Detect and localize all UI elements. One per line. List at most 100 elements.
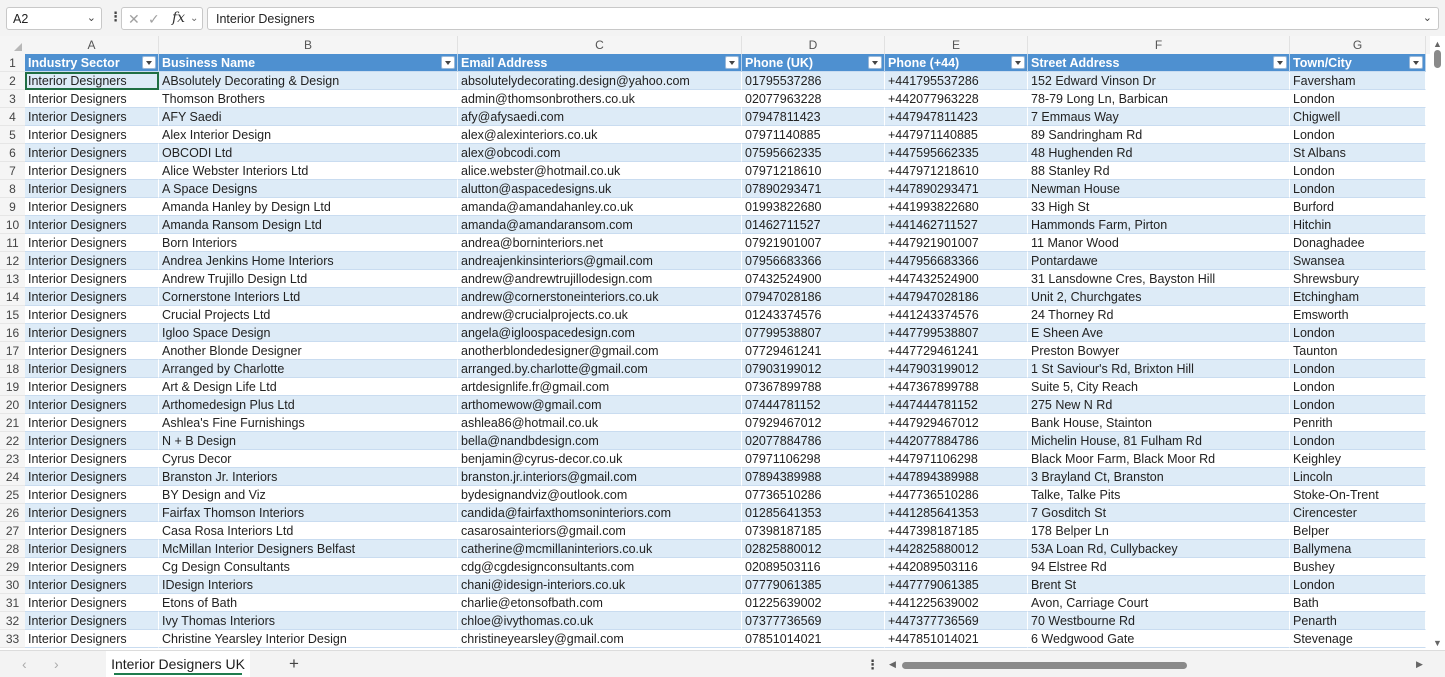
cell-c[interactable]: benjamin@cyrus-decor.co.uk: [458, 450, 742, 468]
cell-e[interactable]: +441993822680: [885, 198, 1028, 216]
cell-a[interactable]: Interior Designers: [25, 468, 159, 486]
cell-e[interactable]: +447956683366: [885, 252, 1028, 270]
cell-c[interactable]: catherine@mcmillaninteriors.co.uk: [458, 540, 742, 558]
cell-e[interactable]: +442077963228: [885, 90, 1028, 108]
row-number[interactable]: 12: [0, 252, 25, 270]
scroll-down-icon[interactable]: ▼: [1433, 638, 1442, 648]
cell-c[interactable]: angela@igloospacedesign.com: [458, 324, 742, 342]
cell-a[interactable]: Interior Designers: [25, 432, 159, 450]
row-number[interactable]: 2: [0, 72, 25, 90]
cell-c[interactable]: arranged.by.charlotte@gmail.com: [458, 360, 742, 378]
cell-g[interactable]: London: [1290, 180, 1426, 198]
cell-e[interactable]: +447851014021: [885, 630, 1028, 648]
cell-d[interactable]: 01993822680: [742, 198, 885, 216]
cell-c[interactable]: ashlea86@hotmail.co.uk: [458, 414, 742, 432]
cell-a[interactable]: Interior Designers: [25, 162, 159, 180]
sheet-tab-interior-designers-uk[interactable]: Interior Designers UK: [106, 651, 250, 677]
cell-f[interactable]: Bank House, Stainton: [1028, 414, 1290, 432]
cell-f[interactable]: 3 Brayland Ct, Branston: [1028, 468, 1290, 486]
cell-b[interactable]: A Space Designs: [159, 180, 458, 198]
cell-a[interactable]: Interior Designers: [25, 612, 159, 630]
cell-e[interactable]: +447971218610: [885, 162, 1028, 180]
column-header-cell[interactable]: Phone (UK): [742, 54, 885, 72]
fx-dropdown-icon[interactable]: ⌄: [190, 13, 198, 24]
row-number[interactable]: 32: [0, 612, 25, 630]
row-number[interactable]: 14: [0, 288, 25, 306]
formula-input[interactable]: Interior Designers ⌄: [207, 7, 1439, 30]
cell-g[interactable]: Hitchin: [1290, 216, 1426, 234]
cell-f[interactable]: 48 Hughenden Rd: [1028, 144, 1290, 162]
filter-dropdown-icon[interactable]: [725, 56, 739, 69]
cell-b[interactable]: McMillan Interior Designers Belfast: [159, 540, 458, 558]
cell-e[interactable]: +447595662335: [885, 144, 1028, 162]
cell-a[interactable]: Interior Designers: [25, 144, 159, 162]
cell-f[interactable]: 7 Gosditch St: [1028, 504, 1290, 522]
cell-d[interactable]: 07929467012: [742, 414, 885, 432]
cell-b[interactable]: OBCODI Ltd: [159, 144, 458, 162]
cell-a[interactable]: Interior Designers: [25, 90, 159, 108]
cell-g[interactable]: London: [1290, 378, 1426, 396]
cell-g[interactable]: Donaghadee: [1290, 234, 1426, 252]
cell-d[interactable]: 07398187185: [742, 522, 885, 540]
row-number[interactable]: 3: [0, 90, 25, 108]
scroll-left-icon[interactable]: ◀: [889, 659, 896, 670]
cell-d[interactable]: 07947811423: [742, 108, 885, 126]
cell-a[interactable]: Interior Designers: [25, 414, 159, 432]
cell-f[interactable]: Newman House: [1028, 180, 1290, 198]
cell-a[interactable]: Interior Designers: [25, 450, 159, 468]
cell-f[interactable]: 7 Emmaus Way: [1028, 108, 1290, 126]
cell-g[interactable]: St Albans: [1290, 144, 1426, 162]
cell-e[interactable]: +447929467012: [885, 414, 1028, 432]
cell-g[interactable]: Penrith: [1290, 414, 1426, 432]
row-number[interactable]: 13: [0, 270, 25, 288]
cell-f[interactable]: Preston Bowyer: [1028, 342, 1290, 360]
cell-g[interactable]: London: [1290, 162, 1426, 180]
row-number[interactable]: 5: [0, 126, 25, 144]
cell-g[interactable]: London: [1290, 324, 1426, 342]
cell-a[interactable]: Interior Designers: [25, 576, 159, 594]
scroll-right-icon[interactable]: ▶: [1416, 659, 1423, 670]
cell-a[interactable]: Interior Designers: [25, 288, 159, 306]
cell-c[interactable]: arthomewow@gmail.com: [458, 396, 742, 414]
filter-dropdown-icon[interactable]: [142, 56, 156, 69]
cell-c[interactable]: andrew@andrewtrujillodesign.com: [458, 270, 742, 288]
cell-c[interactable]: admin@thomsonbrothers.co.uk: [458, 90, 742, 108]
cell-f[interactable]: 70 Westbourne Rd: [1028, 612, 1290, 630]
cell-d[interactable]: 01462711527: [742, 216, 885, 234]
cell-f[interactable]: 6 Wedgwood Gate: [1028, 630, 1290, 648]
cell-b[interactable]: Fairfax Thomson Interiors: [159, 504, 458, 522]
row-number[interactable]: 9: [0, 198, 25, 216]
select-all-corner[interactable]: [0, 36, 25, 54]
cell-e[interactable]: +447736510286: [885, 486, 1028, 504]
cell-d[interactable]: 07971106298: [742, 450, 885, 468]
column-letter-a[interactable]: A: [25, 36, 159, 54]
cell-e[interactable]: +441243374576: [885, 306, 1028, 324]
cell-c[interactable]: absolutelydecorating.design@yahoo.com: [458, 72, 742, 90]
cell-b[interactable]: Born Interiors: [159, 234, 458, 252]
filter-dropdown-icon[interactable]: [1273, 56, 1287, 69]
column-header-cell[interactable]: Town/City: [1290, 54, 1426, 72]
cell-c[interactable]: alex@obcodi.com: [458, 144, 742, 162]
cell-g[interactable]: Stoke-On-Trent: [1290, 486, 1426, 504]
cell-c[interactable]: charlie@etonsofbath.com: [458, 594, 742, 612]
column-letter-d[interactable]: D: [742, 36, 885, 54]
cell-e[interactable]: +447432524900: [885, 270, 1028, 288]
column-letter-g[interactable]: G: [1290, 36, 1426, 54]
cell-b[interactable]: Andrea Jenkins Home Interiors: [159, 252, 458, 270]
cell-b[interactable]: Amanda Hanley by Design Ltd: [159, 198, 458, 216]
cell-f[interactable]: 152 Edward Vinson Dr: [1028, 72, 1290, 90]
cell-b[interactable]: Art & Design Life Ltd: [159, 378, 458, 396]
cell-a[interactable]: Interior Designers: [25, 108, 159, 126]
cell-a[interactable]: Interior Designers: [25, 234, 159, 252]
cell-g[interactable]: Emsworth: [1290, 306, 1426, 324]
cell-g[interactable]: Swansea: [1290, 252, 1426, 270]
cell-d[interactable]: 02825880012: [742, 540, 885, 558]
cell-b[interactable]: Igloo Space Design: [159, 324, 458, 342]
cell-c[interactable]: casarosainteriors@gmail.com: [458, 522, 742, 540]
cell-b[interactable]: Arranged by Charlotte: [159, 360, 458, 378]
column-header-cell[interactable]: Business Name: [159, 54, 458, 72]
cell-d[interactable]: 02089503116: [742, 558, 885, 576]
cell-f[interactable]: Pontardawe: [1028, 252, 1290, 270]
cell-d[interactable]: 02077884786: [742, 432, 885, 450]
column-header-cell[interactable]: Industry Sector: [25, 54, 159, 72]
